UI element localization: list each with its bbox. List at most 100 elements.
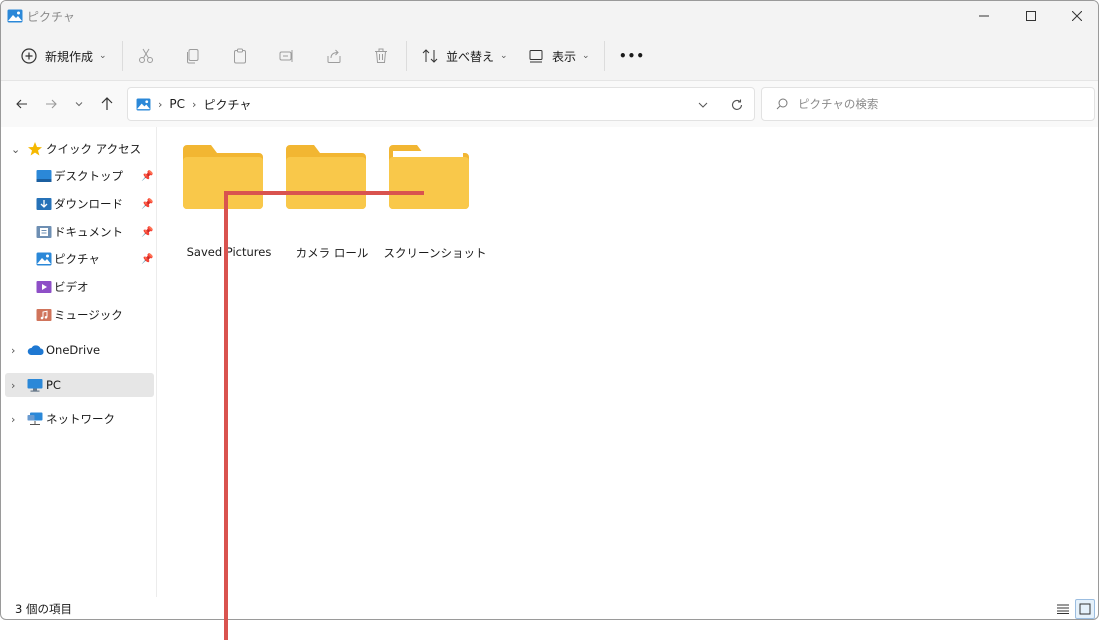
downloads-icon bbox=[36, 198, 52, 210]
sidebar-item-documents[interactable]: ドキュメント 📌 bbox=[5, 220, 154, 244]
command-bar: 新規作成 ⌄ 並べ替え ⌄ 表示 ⌄ ••• bbox=[1, 31, 1098, 81]
trash-icon bbox=[375, 48, 387, 63]
folder-item[interactable]: スクリーンショット bbox=[384, 141, 486, 260]
new-button[interactable]: 新規作成 ⌄ bbox=[21, 43, 107, 69]
chevron-down-icon bbox=[75, 102, 83, 107]
address-dropdown-icon[interactable] bbox=[698, 100, 708, 110]
up-button[interactable] bbox=[96, 93, 118, 115]
status-bar: 3 個の項目 bbox=[1, 597, 1098, 619]
file-explorer-window: ピクチャ 新規作成 ⌄ 並べ替え ⌄ 表示 ⌄ ••• › PC › ピクチャ … bbox=[0, 0, 1099, 620]
chevron-right-icon: › bbox=[11, 378, 16, 392]
sidebar-item-network[interactable]: › ネットワーク bbox=[5, 407, 154, 431]
folder-icon bbox=[286, 145, 366, 209]
chevron-down-icon: ⌄ bbox=[582, 51, 590, 61]
sidebar-item-desktop[interactable]: デスクトップ 📌 bbox=[5, 164, 154, 188]
breadcrumb-separator-icon: › bbox=[158, 97, 163, 111]
folder-view: Saved Pictures カメラ ロール スクリーンショット bbox=[158, 127, 1098, 597]
pin-icon: 📌 bbox=[141, 226, 154, 238]
copy-icon bbox=[187, 49, 199, 64]
sidebar-item-downloads[interactable]: ダウンロード 📌 bbox=[5, 192, 154, 216]
arrow-left-icon bbox=[16, 99, 27, 109]
plus-circle-icon bbox=[21, 48, 37, 64]
item-count: 3 個の項目 bbox=[15, 602, 72, 616]
view-button[interactable]: 表示 ⌄ bbox=[528, 43, 590, 69]
sidebar-item-pictures[interactable]: ピクチャ 📌 bbox=[5, 247, 154, 271]
new-label: 新規作成 bbox=[45, 49, 94, 64]
sidebar-item-pc[interactable]: › PC bbox=[5, 373, 154, 397]
chevron-down-icon: ⌄ bbox=[11, 142, 21, 156]
breadcrumb-pictures[interactable]: ピクチャ bbox=[203, 96, 251, 113]
toolbar-divider bbox=[604, 41, 605, 71]
pin-icon: 📌 bbox=[141, 170, 154, 182]
back-button[interactable] bbox=[11, 93, 33, 115]
sidebar-item-quick-access[interactable]: ⌄ クイック アクセス bbox=[5, 137, 154, 161]
sidebar-item-label: ネットワーク bbox=[46, 412, 115, 426]
toolbar-divider bbox=[406, 41, 407, 71]
chevron-right-icon: › bbox=[11, 343, 16, 357]
sidebar-item-onedrive[interactable]: › OneDrive bbox=[5, 338, 154, 362]
network-icon bbox=[27, 412, 43, 425]
pictures-icon bbox=[36, 252, 52, 266]
pin-icon: 📌 bbox=[141, 198, 154, 210]
minimize-button[interactable] bbox=[961, 1, 1007, 31]
details-view-button[interactable] bbox=[1053, 599, 1073, 619]
toolbar-divider bbox=[122, 41, 123, 71]
details-view-icon bbox=[1057, 604, 1069, 614]
recent-locations-button[interactable] bbox=[68, 93, 90, 115]
folder-icon bbox=[389, 145, 469, 209]
copy-button[interactable] bbox=[185, 43, 201, 69]
sidebar-item-label: ミュージック bbox=[54, 308, 123, 322]
maximize-button[interactable] bbox=[1008, 1, 1054, 31]
search-icon bbox=[776, 98, 788, 110]
more-icon: ••• bbox=[619, 49, 646, 63]
star-icon bbox=[28, 142, 42, 156]
cloud-icon bbox=[27, 345, 44, 355]
cut-button[interactable] bbox=[138, 43, 154, 69]
refresh-icon[interactable] bbox=[731, 99, 743, 111]
music-icon bbox=[36, 309, 52, 321]
sort-button[interactable]: 並べ替え ⌄ bbox=[422, 43, 508, 69]
annotation-line-vertical bbox=[224, 191, 228, 640]
sidebar-item-label: OneDrive bbox=[46, 343, 101, 357]
clipboard-icon bbox=[234, 48, 246, 64]
breadcrumb-pc[interactable]: PC bbox=[169, 97, 185, 111]
pictures-folder-icon bbox=[136, 97, 151, 111]
folder-name: Saved Pictures bbox=[186, 245, 272, 259]
address-bar[interactable]: › PC › ピクチャ bbox=[127, 87, 755, 121]
delete-button[interactable] bbox=[373, 43, 389, 69]
sidebar-item-videos[interactable]: ビデオ bbox=[5, 275, 154, 299]
large-icons-view-button[interactable] bbox=[1075, 599, 1095, 619]
annotation-line-horizontal bbox=[226, 191, 424, 195]
desktop-icon bbox=[36, 170, 52, 182]
paste-button[interactable] bbox=[232, 43, 248, 69]
minimize-icon bbox=[979, 15, 989, 17]
navigation-row: › PC › ピクチャ ピクチャの検索 bbox=[1, 81, 1098, 127]
folder-item[interactable]: カメラ ロール bbox=[284, 141, 380, 260]
videos-icon bbox=[36, 281, 52, 293]
folder-item[interactable]: Saved Pictures bbox=[181, 141, 277, 259]
chevron-down-icon: ⌄ bbox=[500, 51, 508, 61]
sidebar-item-label: ビデオ bbox=[54, 280, 89, 294]
sidebar-item-label: デスクトップ bbox=[54, 169, 123, 183]
window-title: ピクチャ bbox=[27, 9, 75, 24]
breadcrumb-separator-icon: › bbox=[192, 97, 197, 111]
sidebar-item-music[interactable]: ミュージック bbox=[5, 303, 154, 327]
sidebar-item-label: クイック アクセス bbox=[46, 142, 142, 156]
rename-icon bbox=[279, 50, 293, 62]
folder-name: スクリーンショット bbox=[383, 246, 487, 260]
chevron-down-icon: ⌄ bbox=[99, 51, 107, 61]
more-options-button[interactable]: ••• bbox=[619, 43, 645, 69]
share-icon bbox=[327, 49, 341, 63]
close-button[interactable] bbox=[1054, 1, 1098, 31]
folder-name: カメラ ロール bbox=[295, 246, 369, 260]
share-button[interactable] bbox=[326, 43, 342, 69]
large-icons-view-icon bbox=[1079, 603, 1091, 615]
documents-icon bbox=[36, 226, 52, 238]
search-box[interactable]: ピクチャの検索 bbox=[761, 87, 1095, 121]
rename-button[interactable] bbox=[279, 43, 295, 69]
pictures-app-icon bbox=[7, 9, 23, 23]
view-label: 表示 bbox=[552, 49, 577, 64]
forward-button[interactable] bbox=[40, 93, 62, 115]
view-icon bbox=[529, 50, 543, 63]
close-icon bbox=[1072, 11, 1082, 21]
